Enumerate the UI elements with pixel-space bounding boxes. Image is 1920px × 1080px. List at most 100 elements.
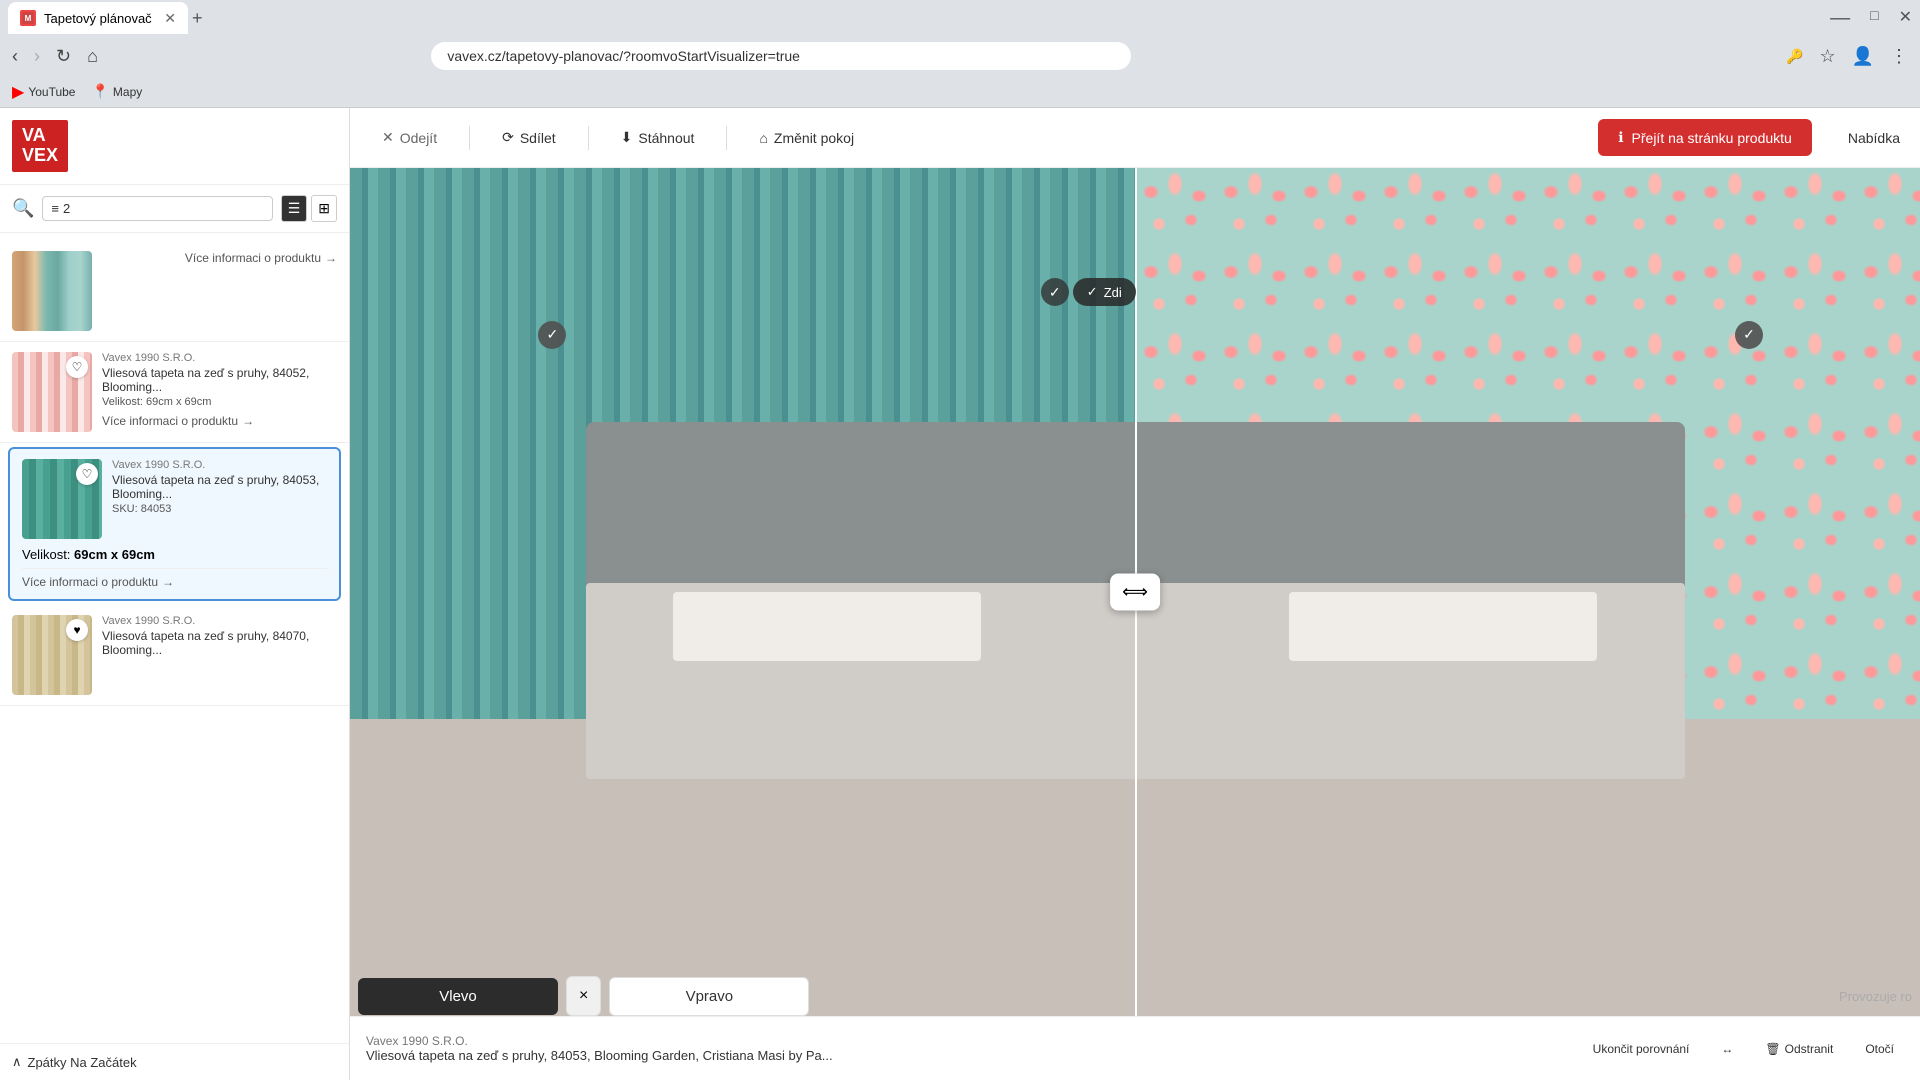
product-thumbnail-wrap bbox=[12, 251, 92, 331]
browser-tab[interactable]: M Tapetový plánovač ✕ bbox=[8, 2, 188, 34]
check-badge-center-left[interactable]: ✓ bbox=[1041, 278, 1069, 306]
product-name: Vliesová tapeta na zeď s pruhy, 84070, B… bbox=[102, 629, 337, 657]
bookmark-mapy[interactable]: 📍 Mapy bbox=[91, 83, 142, 100]
toolbar-separator-2 bbox=[588, 126, 589, 150]
product-name: Vliesová tapeta na zeď s pruhy, 84053, B… bbox=[112, 473, 327, 501]
filter-count: 2 bbox=[63, 201, 70, 216]
download-button[interactable]: ⬇ Stáhnout bbox=[609, 121, 707, 154]
product-thumbnail bbox=[12, 251, 92, 331]
rotate-label: Otočí bbox=[1865, 1042, 1894, 1056]
vavex-logo: VA VEX bbox=[12, 120, 68, 172]
product-thumbnail-wrap: ♡ bbox=[22, 459, 102, 539]
logo-line2: VEX bbox=[22, 146, 58, 166]
address-bar[interactable] bbox=[431, 42, 1131, 70]
drag-handle[interactable]: ⟺ bbox=[1110, 574, 1160, 611]
check-badge-left[interactable]: ✓ bbox=[538, 321, 566, 349]
tab-title: Tapetový plánovač bbox=[44, 11, 152, 26]
wall-label-right-area: ✓ bbox=[1735, 321, 1763, 349]
product-size-selected: Velikost: 69cm x 69cm bbox=[22, 547, 327, 562]
tab-close-button[interactable]: ✕ bbox=[164, 10, 176, 27]
logo-line1: VA bbox=[22, 126, 58, 146]
bookmark-button[interactable]: ☆ bbox=[1815, 42, 1839, 71]
leave-button[interactable]: ✕ Odejít bbox=[370, 121, 449, 154]
product-info-brand: Vavex 1990 S.R.O. bbox=[366, 1034, 1567, 1048]
change-room-button[interactable]: ⌂ Změnit pokoj bbox=[747, 122, 866, 154]
app-container: VA VEX 🔍 ≡ 2 ☰ ⊞ bbox=[0, 108, 1920, 1080]
swap-button[interactable]: ↔ bbox=[1711, 1036, 1743, 1062]
product-sku: SKU: 84053 bbox=[112, 503, 327, 515]
leave-label: Odejít bbox=[400, 130, 437, 146]
toolbar-separator-3 bbox=[726, 126, 727, 150]
wall-label-center-area: ✓ ✓ Zdi bbox=[1041, 278, 1136, 306]
grid-view-button[interactable]: ⊞ bbox=[311, 195, 337, 222]
youtube-icon: ▶ bbox=[12, 82, 24, 102]
browser-toolbar-right: 🔑 ☆ 👤 ⋮ bbox=[1782, 42, 1912, 71]
compare-right-button[interactable]: Vpravo bbox=[609, 977, 809, 1016]
product-info: Více informaci o produktu → bbox=[102, 251, 337, 265]
wall-label-zdi[interactable]: ✓ Zdi bbox=[1073, 278, 1136, 306]
home-button[interactable]: ⌂ bbox=[83, 42, 102, 71]
product-info-text: Vavex 1990 S.R.O. Vliesová tapeta na zeď… bbox=[366, 1034, 1567, 1063]
favorite-button[interactable]: ♡ bbox=[66, 356, 88, 378]
filter-area[interactable]: ≡ 2 bbox=[42, 196, 272, 221]
room-scene: ✓ ✓ ✓ Zdi ✓ bbox=[350, 168, 1920, 1016]
check-badge-right[interactable]: ✓ bbox=[1735, 321, 1763, 349]
product-more-link[interactable]: Více informaci o produktu → bbox=[22, 575, 327, 589]
change-room-label: Změnit pokoj bbox=[774, 130, 854, 146]
toolbar-separator bbox=[469, 126, 470, 150]
back-button[interactable]: ‹ bbox=[8, 42, 22, 71]
bed-pillow-right bbox=[1289, 592, 1597, 661]
sidebar: VA VEX 🔍 ≡ 2 ☰ ⊞ bbox=[0, 108, 350, 1080]
room-view: ✓ ✓ ✓ Zdi ✓ bbox=[350, 168, 1920, 1016]
list-item[interactable]: Více informaci o produktu → bbox=[0, 241, 349, 342]
room-icon: ⌂ bbox=[759, 130, 767, 146]
svg-text:M: M bbox=[25, 14, 32, 23]
product-info: Vavex 1990 S.R.O. Vliesová tapeta na zeď… bbox=[102, 615, 337, 659]
compare-left-button[interactable]: Vlevo bbox=[358, 978, 558, 1015]
menu-button[interactable]: ⋮ bbox=[1886, 42, 1912, 71]
product-more-link[interactable]: Více informaci o produktu → bbox=[102, 414, 337, 428]
product-thumbnail-wrap: ♥ bbox=[12, 615, 92, 695]
extensions-button[interactable]: 🔑 bbox=[1782, 44, 1807, 69]
rotate-button[interactable]: Otočí bbox=[1855, 1036, 1904, 1062]
check-icon-left: ✓ bbox=[547, 326, 559, 343]
product-brand: Vavex 1990 S.R.O. bbox=[112, 459, 327, 471]
go-to-product-label: Přejít na stránku produktu bbox=[1632, 130, 1792, 146]
list-view-button[interactable]: ☰ bbox=[281, 195, 308, 222]
close-window-button[interactable]: ✕ bbox=[1899, 7, 1912, 30]
share-icon: ⟳ bbox=[502, 129, 514, 146]
forward-button[interactable]: › bbox=[30, 42, 44, 71]
refresh-button[interactable]: ↻ bbox=[52, 42, 75, 71]
more-link-text: Více informaci o produktu bbox=[22, 575, 158, 589]
favorite-button[interactable]: ♥ bbox=[66, 619, 88, 641]
favorite-button[interactable]: ♡ bbox=[76, 463, 98, 485]
end-comparison-button[interactable]: Ukončit porovnání bbox=[1583, 1036, 1700, 1062]
bookmark-youtube[interactable]: ▶ YouTube bbox=[12, 82, 75, 102]
minimize-button[interactable]: — bbox=[1830, 7, 1850, 30]
view-toggles: ☰ ⊞ bbox=[281, 195, 337, 222]
maps-icon: 📍 bbox=[91, 83, 108, 100]
profile-button[interactable]: 👤 bbox=[1848, 42, 1878, 71]
arrow-icon: → bbox=[325, 251, 337, 265]
product-more-link[interactable]: Více informaci o produktu → bbox=[102, 251, 337, 265]
back-to-start-button[interactable]: ∧ Zpátky Na Začátek bbox=[0, 1043, 349, 1080]
go-to-product-button[interactable]: ℹ Přejít na stránku produktu bbox=[1598, 119, 1812, 156]
more-link-text: Více informaci o produktu bbox=[185, 251, 321, 265]
list-item[interactable]: ♥ Vavex 1990 S.R.O. Vliesová tapeta na z… bbox=[0, 605, 349, 706]
back-label: Zpátky Na Začátek bbox=[28, 1055, 137, 1070]
list-item[interactable]: ♡ Vavex 1990 S.R.O. Vliesová tapeta na z… bbox=[0, 342, 349, 443]
new-tab-button[interactable]: + bbox=[192, 8, 203, 29]
zdi-label: Zdi bbox=[1104, 285, 1122, 300]
browser-titlebar: M Tapetový plánovač ✕ + — □ ✕ bbox=[0, 0, 1920, 36]
arrow-icon: → bbox=[242, 414, 254, 428]
remove-button[interactable]: 🗑 Odstranit bbox=[1755, 1036, 1843, 1062]
product-list: Více informaci o produktu → ♡ Vavex 1990… bbox=[0, 233, 349, 1043]
visualizer-toolbar: ✕ Odejít ⟳ Sdílet ⬇ Stáhnout ⌂ Změnit po… bbox=[350, 108, 1920, 168]
product-brand: Vavex 1990 S.R.O. bbox=[102, 352, 337, 364]
list-item[interactable]: ♡ Vavex 1990 S.R.O. Vliesová tapeta na z… bbox=[8, 447, 341, 601]
product-brand: Vavex 1990 S.R.O. bbox=[102, 615, 337, 627]
search-button[interactable]: 🔍 bbox=[12, 198, 34, 219]
maximize-button[interactable]: □ bbox=[1870, 7, 1878, 30]
compare-close-button[interactable]: × bbox=[566, 976, 601, 1016]
share-button[interactable]: ⟳ Sdílet bbox=[490, 121, 568, 154]
